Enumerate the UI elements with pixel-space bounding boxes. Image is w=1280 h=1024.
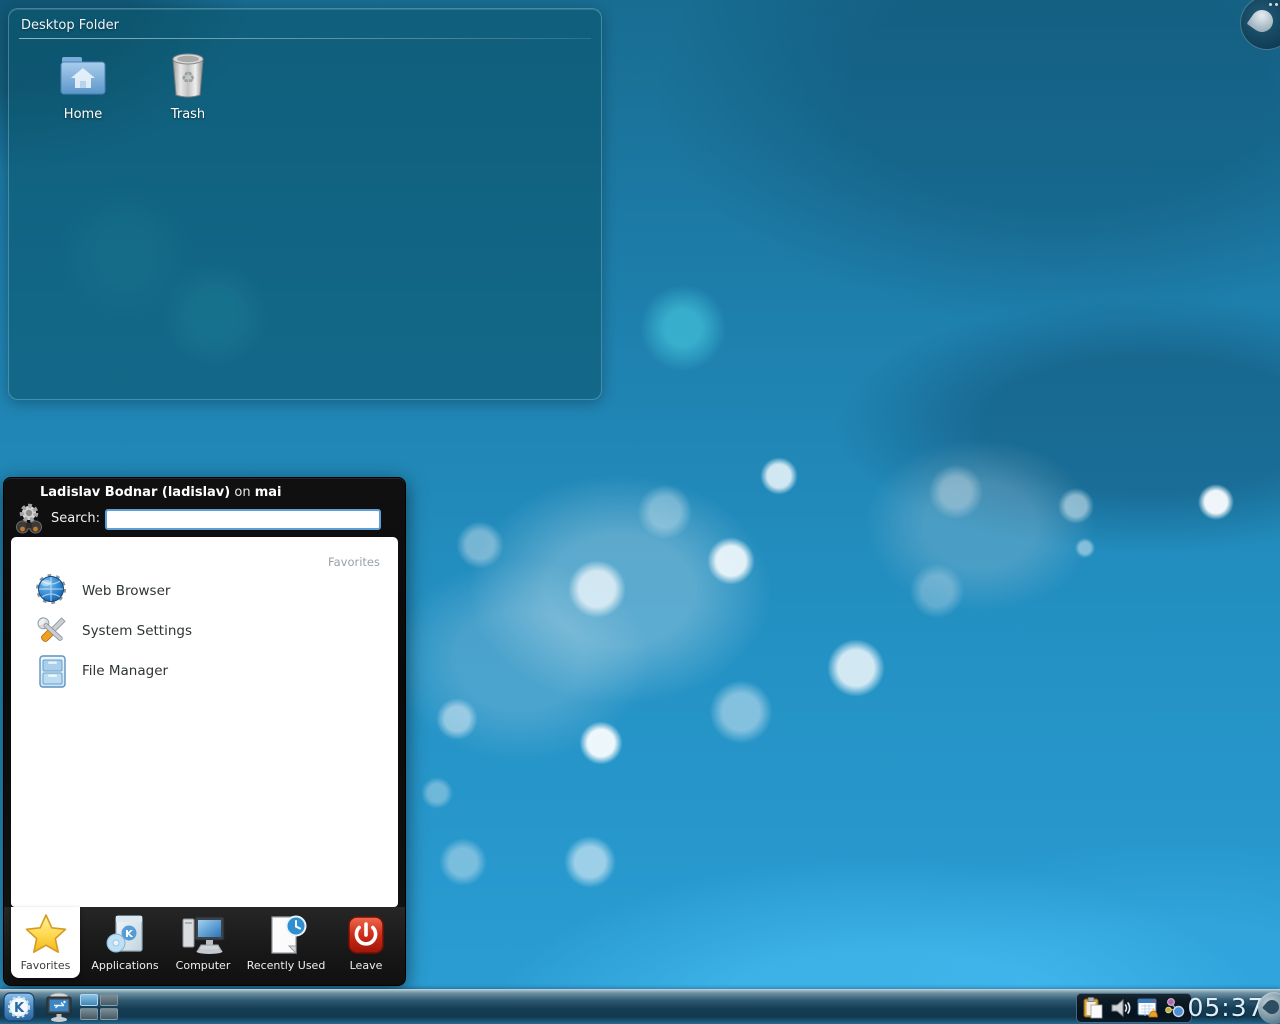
calendar-reminder-icon[interactable]	[1136, 996, 1160, 1020]
user-fullname: Ladislav Bodnar (ladislav)	[40, 485, 230, 500]
folder-view-plasmoid: Desktop Folder Home	[8, 8, 602, 400]
favorite-item-system-settings[interactable]: System Settings	[33, 611, 373, 651]
pager-desktop-4[interactable]	[100, 1008, 118, 1020]
favorite-item-web-browser[interactable]: Web Browser	[33, 571, 373, 611]
volume-icon[interactable]	[1108, 996, 1132, 1020]
tab-label: Computer	[176, 959, 231, 972]
tab-favorites[interactable]: Favorites	[11, 907, 80, 978]
search-label: Search:	[51, 511, 100, 526]
svg-text:♻: ♻	[181, 68, 195, 87]
kickoff-content-panel: Favorites Web Browser	[11, 537, 398, 907]
svg-text:K: K	[125, 929, 134, 940]
desktop-icon-label: Home	[64, 107, 102, 122]
desktop-icon-trash[interactable]: ♻ Trash	[140, 49, 236, 122]
search-icon	[12, 502, 46, 536]
pager-desktop-1[interactable]	[80, 994, 98, 1006]
tab-recently-used[interactable]: Recently Used	[244, 907, 328, 977]
desktop-icon-label: Trash	[171, 107, 205, 122]
recently-used-icon	[263, 911, 309, 957]
host-name: mai	[255, 485, 282, 500]
tab-label: Applications	[91, 959, 158, 972]
digital-clock[interactable]: 05:37	[1192, 991, 1260, 1023]
kickoff-tab-bar: Favorites K Applications	[4, 907, 405, 985]
favorite-item-file-manager[interactable]: File Manager	[33, 651, 373, 691]
folder-view-separator	[19, 38, 591, 39]
favorite-item-label: Web Browser	[82, 583, 170, 599]
kickoff-user-line: Ladislav Bodnar (ladislav) on mai	[40, 485, 281, 500]
tab-label: Leave	[350, 959, 383, 972]
trash-icon: ♻	[162, 49, 214, 101]
pager-desktop-2[interactable]	[100, 994, 118, 1006]
tab-label: Recently Used	[247, 959, 326, 972]
tab-applications[interactable]: K Applications	[88, 907, 162, 977]
taskbar-panel: K	[0, 989, 1280, 1024]
kickoff-menu: Ladislav Bodnar (ladislav) on mai Search…	[3, 477, 406, 986]
favorite-item-label: System Settings	[82, 623, 192, 639]
system-tray	[1076, 993, 1192, 1023]
kde-menu-icon: K	[3, 992, 35, 1022]
device-notifier-button[interactable]	[41, 991, 77, 1023]
virtual-desktop-pager	[80, 994, 120, 1020]
tab-leave[interactable]: Leave	[332, 907, 400, 977]
system-settings-icon	[33, 612, 71, 650]
star-icon	[23, 911, 69, 957]
kde-menu-button[interactable]: K	[3, 992, 35, 1022]
applications-icon: K	[102, 911, 148, 957]
device-notifier-icon	[41, 991, 77, 1023]
leave-icon	[344, 911, 388, 957]
tab-computer[interactable]: Computer	[166, 907, 240, 977]
search-input[interactable]	[105, 509, 381, 530]
favorite-item-label: File Manager	[82, 663, 168, 679]
clipboard-icon[interactable]	[1081, 996, 1105, 1020]
svg-text:K: K	[14, 1001, 25, 1016]
desktop-icon-home[interactable]: Home	[35, 49, 131, 122]
folder-view-title: Desktop Folder	[21, 18, 119, 33]
pager-desktop-3[interactable]	[80, 1008, 98, 1020]
file-manager-icon	[33, 652, 71, 690]
web-browser-icon	[33, 572, 71, 610]
molecule-icon[interactable]	[1163, 996, 1187, 1020]
home-folder-icon	[57, 49, 109, 101]
favorites-section-label: Favorites	[328, 555, 380, 569]
computer-icon	[180, 911, 226, 957]
tab-label: Favorites	[21, 959, 71, 972]
